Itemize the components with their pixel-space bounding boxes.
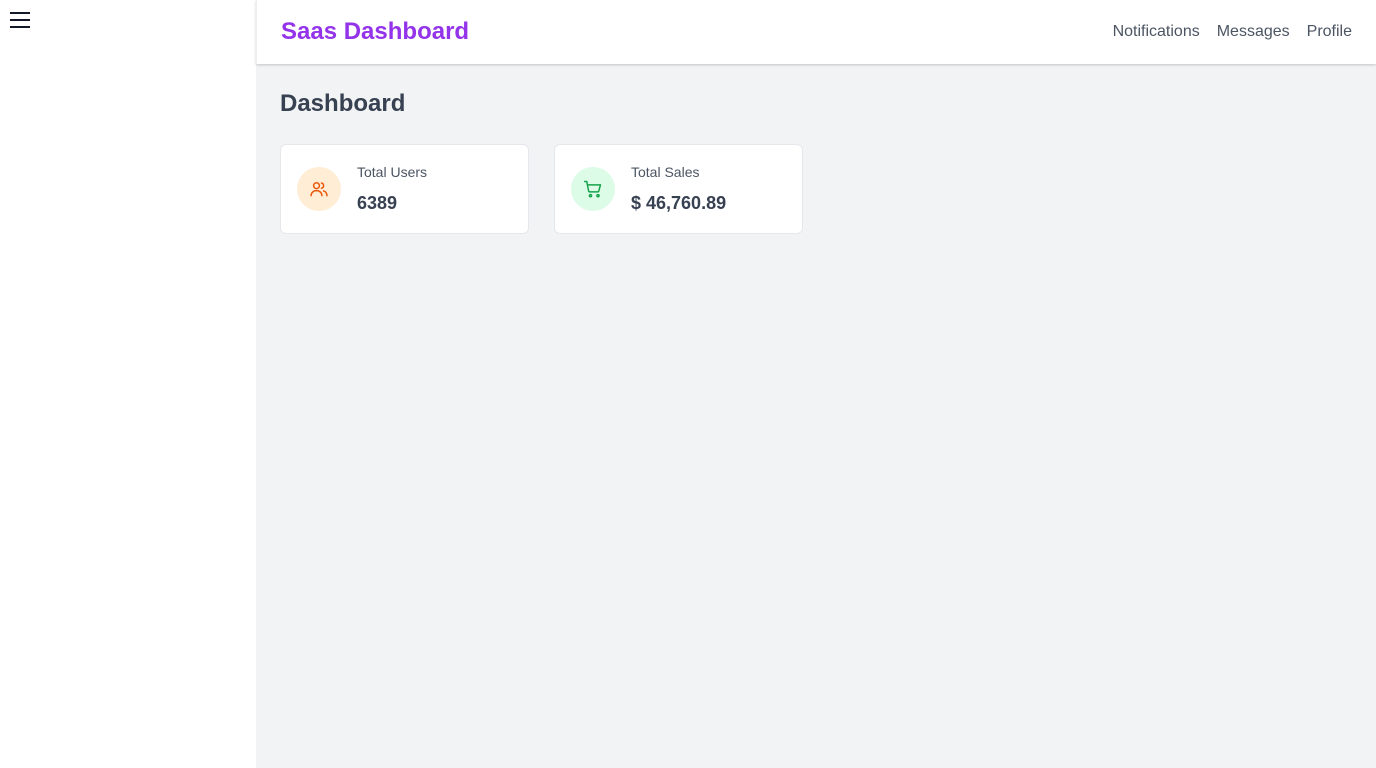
- page-title: Dashboard: [280, 90, 406, 117]
- total-sales-label: Total Sales: [631, 164, 700, 180]
- app: Saas Dashboard Notifications Messages Pr…: [0, 0, 1376, 768]
- nav-messages-link[interactable]: Messages: [1217, 21, 1290, 43]
- sidebar: [0, 0, 256, 768]
- total-users-icon-badge: [297, 167, 341, 211]
- main-content: Saas Dashboard Notifications Messages Pr…: [256, 0, 1376, 768]
- shopping-cart-icon: [583, 180, 602, 198]
- total-users-value: 6389: [357, 193, 398, 213]
- stat-card-total-users: Total Users 6389: [280, 144, 529, 234]
- brand-title[interactable]: Saas Dashboard: [281, 17, 469, 47]
- hamburger-menu-icon: [10, 12, 30, 28]
- stat-card-total-sales: Total Sales $ 46,760.89: [554, 144, 803, 234]
- total-users-label: Total Users: [357, 164, 428, 180]
- total-sales-icon-badge: [571, 167, 615, 211]
- stats-cards: Total Users 6389 Total Sales $ 46,760.89: [280, 144, 803, 234]
- nav-notifications-link[interactable]: Notifications: [1113, 21, 1200, 43]
- top-header: Saas Dashboard Notifications Messages Pr…: [256, 0, 1376, 64]
- menu-toggle-button[interactable]: [10, 11, 30, 29]
- users-icon: [310, 182, 328, 197]
- total-sales-value: $ 46,760.89: [631, 193, 727, 213]
- top-nav: Notifications Messages Profile: [1113, 21, 1352, 43]
- nav-profile-link[interactable]: Profile: [1307, 21, 1352, 43]
